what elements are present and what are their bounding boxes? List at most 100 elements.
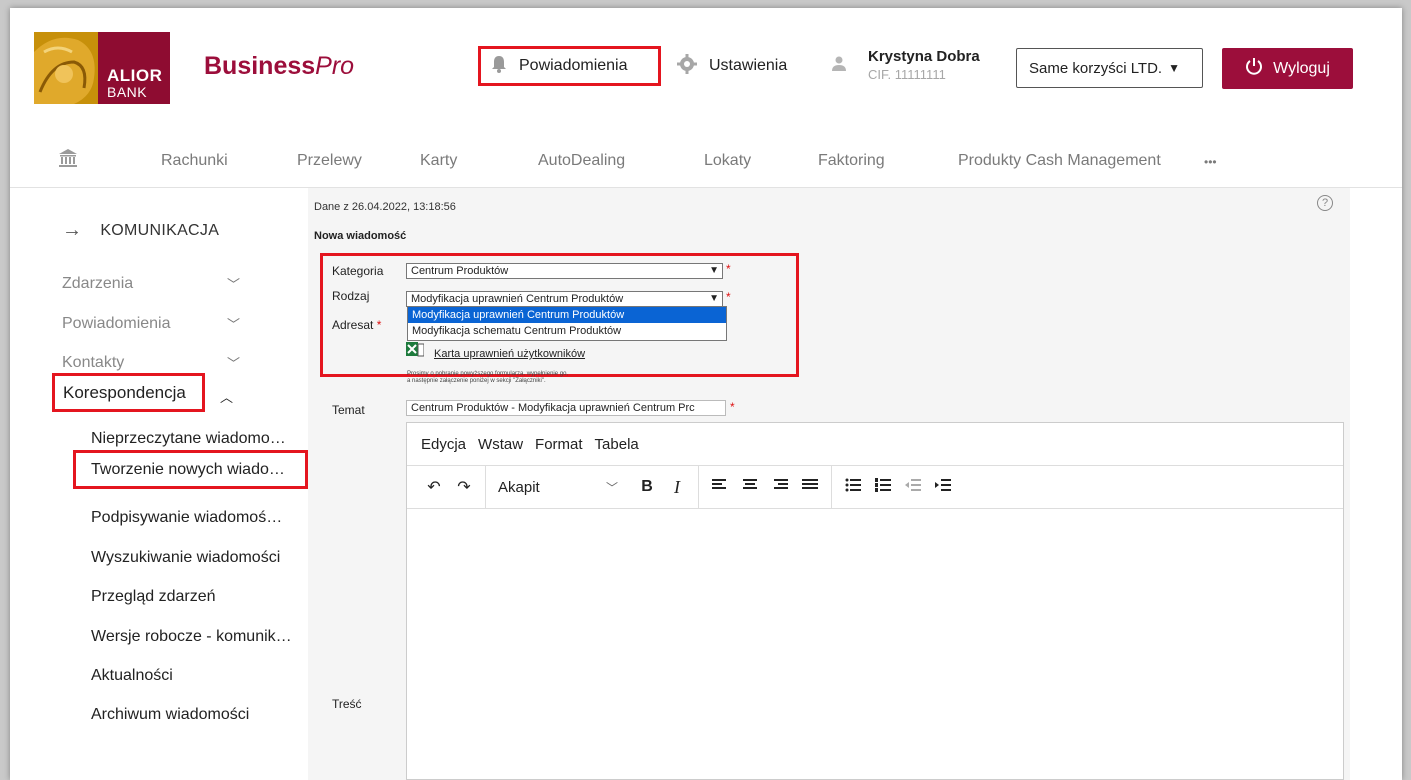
data-date: Dane z 26.04.2022, 13:18:56: [314, 201, 456, 213]
sidebar-item-label: Korespondencja: [63, 382, 186, 402]
kategoria-select-value: Centrum Produktów: [411, 265, 509, 277]
logo-text-alior: ALIOR: [107, 66, 163, 85]
block-format-select[interactable]: Akapit ﹀: [492, 479, 632, 496]
sidebar-subitem-search[interactable]: Wyszukiwanie wiadomości: [91, 549, 306, 567]
settings-label: Ustawienia: [709, 57, 788, 74]
nav-produkty-cash-management[interactable]: Produkty Cash Management: [958, 152, 1161, 170]
sidebar-item-kontakty[interactable]: Kontakty ﹀: [62, 353, 240, 372]
kategoria-label: Kategoria: [332, 264, 384, 278]
notifications-button[interactable]: Powiadomienia: [478, 46, 661, 86]
adresat-label-text: Adresat: [332, 318, 374, 332]
alior-bank-logo[interactable]: ALIOR BANK: [34, 32, 170, 104]
sidebar-subitem-label: Tworzenie nowych wiado…: [91, 460, 285, 478]
nav-rachunki[interactable]: Rachunki: [161, 152, 228, 170]
kategoria-select[interactable]: Centrum Produktów ▼: [406, 263, 723, 279]
user-info[interactable]: Krystyna Dobra CIF. 11111111: [832, 48, 980, 82]
rodzaj-option-schematu[interactable]: Modyfikacja schematu Centrum Produktów: [408, 323, 726, 339]
sidebar-subitem-create-new[interactable]: Tworzenie nowych wiado…: [73, 450, 308, 489]
sidebar-subitem-drafts[interactable]: Wersje robocze - komunik…: [91, 628, 306, 646]
menu-wstaw[interactable]: Wstaw: [478, 436, 523, 453]
temat-input[interactable]: Centrum Produktów - Modyfikacja uprawnie…: [406, 400, 726, 416]
business-pro-brand: BusinessPro: [204, 52, 354, 81]
rodzaj-dropdown-list: Modyfikacja uprawnień Centrum Produktów …: [407, 306, 727, 341]
required-mark: *: [376, 318, 382, 332]
required-mark: *: [726, 262, 731, 276]
required-mark: *: [726, 290, 731, 304]
header: ALIOR BANK BusinessPro Powiadomienia Ust…: [10, 8, 1402, 120]
sidebar-item-label: Powiadomienia: [62, 314, 171, 332]
sidebar-subitem-events-review[interactable]: Przegląd zdarzeń: [91, 588, 306, 606]
rodzaj-select[interactable]: Modyfikacja uprawnień Centrum Produktów …: [406, 291, 723, 307]
editor-toolbar: ↶ ↷ Akapit ﹀ B I: [407, 465, 1343, 509]
indent-icon[interactable]: [928, 478, 958, 497]
sidebar: → KOMUNIKACJA Zdarzenia ﹀ Powiadomienia …: [10, 188, 308, 780]
bank-icon[interactable]: [58, 148, 78, 173]
nav-przelewy[interactable]: Przelewy: [297, 152, 362, 170]
hint-line-1: Prosimy o pobranie powyższego formularza…: [407, 371, 569, 377]
rodzaj-select-value: Modyfikacja uprawnień Centrum Produktów: [411, 293, 624, 305]
nav-lokaty[interactable]: Lokaty: [704, 152, 751, 170]
sidebar-heading[interactable]: → KOMUNIKACJA: [62, 219, 219, 242]
sidebar-heading-label: KOMUNIKACJA: [100, 221, 220, 239]
nav-autodealing[interactable]: AutoDealing: [538, 152, 625, 170]
temat-label: Temat: [332, 403, 365, 417]
block-format-value: Akapit: [498, 478, 540, 496]
align-justify-icon[interactable]: [795, 478, 825, 497]
chevron-down-icon: ﹀: [605, 480, 618, 495]
sidebar-subitem-signing[interactable]: Podpisywanie wiadomoś…: [91, 509, 306, 527]
sidebar-subitem-archive[interactable]: Archiwum wiadomości: [91, 706, 306, 724]
menu-format[interactable]: Format: [535, 436, 583, 453]
help-icon[interactable]: ?: [1317, 195, 1333, 211]
rodzaj-option-uprawnien[interactable]: Modyfikacja uprawnień Centrum Produktów: [408, 307, 726, 323]
company-select[interactable]: Same korzyści LTD. ▼: [1016, 48, 1203, 88]
rich-text-editor[interactable]: Edycja Wstaw Format Tabela ↶ ↷ Akapit ﹀ …: [406, 422, 1344, 780]
brand-bold: Business: [204, 52, 316, 80]
sidebar-item-korespondencja[interactable]: Korespondencja: [52, 373, 205, 412]
menu-edycja[interactable]: Edycja: [421, 436, 466, 453]
sidebar-item-powiadomienia[interactable]: Powiadomienia ﹀: [62, 314, 240, 333]
user-icon: [832, 56, 846, 77]
align-center-icon[interactable]: [735, 478, 765, 497]
align-left-icon[interactable]: [705, 478, 735, 497]
chevron-up-icon[interactable]: ︿: [220, 387, 233, 406]
excel-file-icon[interactable]: [406, 342, 425, 358]
sidebar-item-label: Kontakty: [62, 353, 125, 371]
logout-button[interactable]: Wyloguj: [1222, 48, 1353, 89]
sidebar-item-zdarzenia[interactable]: Zdarzenia ﹀: [62, 274, 240, 293]
nav-faktoring[interactable]: Faktoring: [818, 152, 885, 170]
outdent-icon[interactable]: [898, 478, 928, 497]
user-name: Krystyna Dobra: [868, 48, 980, 65]
sidebar-subitem-unread[interactable]: Nieprzeczytane wiadomo…: [91, 430, 306, 448]
chevron-down-icon: ﹀: [226, 277, 240, 292]
chevron-down-icon: ﹀: [226, 317, 240, 332]
app-window: ALIOR BANK BusinessPro Powiadomienia Ust…: [10, 8, 1402, 780]
chevron-down-icon: ▼: [709, 293, 719, 304]
settings-button[interactable]: Ustawienia: [677, 46, 787, 86]
top-navigation: Rachunki Przelewy Karty AutoDealing Loka…: [10, 138, 1402, 188]
numbered-list-icon[interactable]: [868, 477, 898, 497]
align-right-icon[interactable]: [765, 478, 795, 497]
sidebar-item-label: Zdarzenia: [62, 274, 134, 292]
notifications-label: Powiadomienia: [519, 57, 628, 74]
sidebar-subitem-news[interactable]: Aktualności: [91, 667, 306, 685]
bullet-list-icon[interactable]: [838, 478, 868, 497]
bold-icon[interactable]: B: [632, 478, 662, 496]
italic-icon[interactable]: I: [662, 477, 692, 498]
menu-tabela[interactable]: Tabela: [595, 436, 639, 453]
karta-uprawnien-link[interactable]: Karta uprawnień użytkowników: [434, 348, 585, 360]
toolbar-divider: [831, 465, 832, 509]
caret-down-icon: ▼: [1168, 61, 1180, 75]
arrow-right-icon: →: [62, 219, 83, 241]
undo-icon[interactable]: ↶: [419, 477, 449, 497]
editor-menubar: Edycja Wstaw Format Tabela: [407, 423, 1343, 466]
redo-icon[interactable]: ↷: [449, 477, 479, 497]
chevron-down-icon: ﹀: [226, 356, 240, 371]
rodzaj-label: Rodzaj: [332, 289, 370, 303]
hint-line-2: a następnie załączenie poniżej w sekcji …: [407, 378, 546, 384]
toolbar-divider: [485, 465, 486, 509]
nav-karty[interactable]: Karty: [420, 152, 457, 170]
more-icon[interactable]: •••: [1204, 155, 1217, 169]
tresc-label: Treść: [332, 697, 362, 711]
required-mark: *: [730, 400, 735, 414]
chevron-down-icon: ▼: [709, 265, 719, 276]
